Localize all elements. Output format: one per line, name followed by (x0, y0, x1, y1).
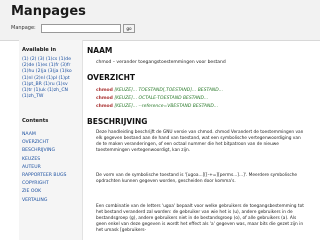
contents-link-zie-ook[interactable]: ZIE OOK (22, 188, 66, 196)
language-row[interactable]: (1)hu (2)ja (3)ja (1)ko (22, 69, 80, 75)
synopsis-arguments: [KEUZE]... --reference=VBESTAND BESTAND.… (114, 104, 219, 109)
contents-link-overzicht[interactable]: OVERZICHT (22, 139, 66, 147)
available-in-heading: Available in (22, 47, 57, 53)
synopsis-command: chmod (96, 104, 113, 109)
sidebar: Available in (1) (2) (3) (1)cs (1)de (2)… (19, 40, 83, 240)
section-heading-overzicht: OVERZICHT (87, 73, 136, 82)
contents-link-beschrijving[interactable]: BESCHRIJVING (22, 147, 66, 155)
search-label: Manpage: (11, 25, 36, 31)
contents-link-vertaling[interactable]: VERTALING (22, 197, 66, 205)
site-title[interactable]: Manpages (11, 4, 86, 19)
main-content: NAAM chmod – verander toegangstoestemmin… (87, 40, 315, 240)
search-input[interactable] (41, 24, 121, 33)
description-paragraph: Een combinatie van de letters 'ugoa' bep… (96, 204, 304, 234)
synopsis-command: chmod (96, 96, 113, 101)
contents-list: NAAM OVERZICHT BESCHRIJVING KEUZES AUTEU… (22, 131, 66, 205)
synopsis-line: chmod [KEUZE]... --reference=VBESTAND BE… (96, 104, 218, 109)
contents-heading: Contents (22, 118, 49, 124)
section-heading-beschrijving: BESCHRIJVING (87, 117, 148, 126)
site-header: Manpages Manpage: go (0, 0, 320, 41)
section-heading-naam: NAAM (87, 46, 113, 55)
synopsis-arguments: [KEUZE]... OCTALE-TOESTAND BESTAND... (114, 96, 209, 101)
contents-link-rapporteer-bugs[interactable]: RAPPORTEER BUGS (22, 172, 66, 180)
synopsis-arguments: [KEUZE]... TOESTAND[,TOESTAND]... BESTAN… (114, 88, 224, 93)
synopsis-command: chmod (96, 88, 113, 93)
synopsis-line: chmod [KEUZE]... OCTALE-TOESTAND BESTAND… (96, 96, 208, 101)
contents-link-copyright[interactable]: COPYRIGHT (22, 180, 66, 188)
description-paragraph: Deze handleiding beschrijft de GNU versi… (96, 130, 304, 154)
contents-link-keuzes[interactable]: KEUZES (22, 156, 66, 164)
contents-link-auteur[interactable]: AUTEUR (22, 164, 66, 172)
description-paragraph: De vorm van de symbolische toestand is '… (96, 173, 298, 185)
name-line: chmod – verander toegangstoestemmingen v… (96, 60, 226, 65)
go-button[interactable]: go (123, 24, 135, 33)
synopsis-line: chmod [KEUZE]... TOESTAND[,TOESTAND]... … (96, 88, 223, 93)
language-list: (1) (2) (3) (1)cs (1)de (2)de (1)es (1)f… (22, 57, 80, 100)
language-row[interactable]: (1)zh_TW (22, 94, 80, 100)
contents-link-naam[interactable]: NAAM (22, 131, 66, 139)
